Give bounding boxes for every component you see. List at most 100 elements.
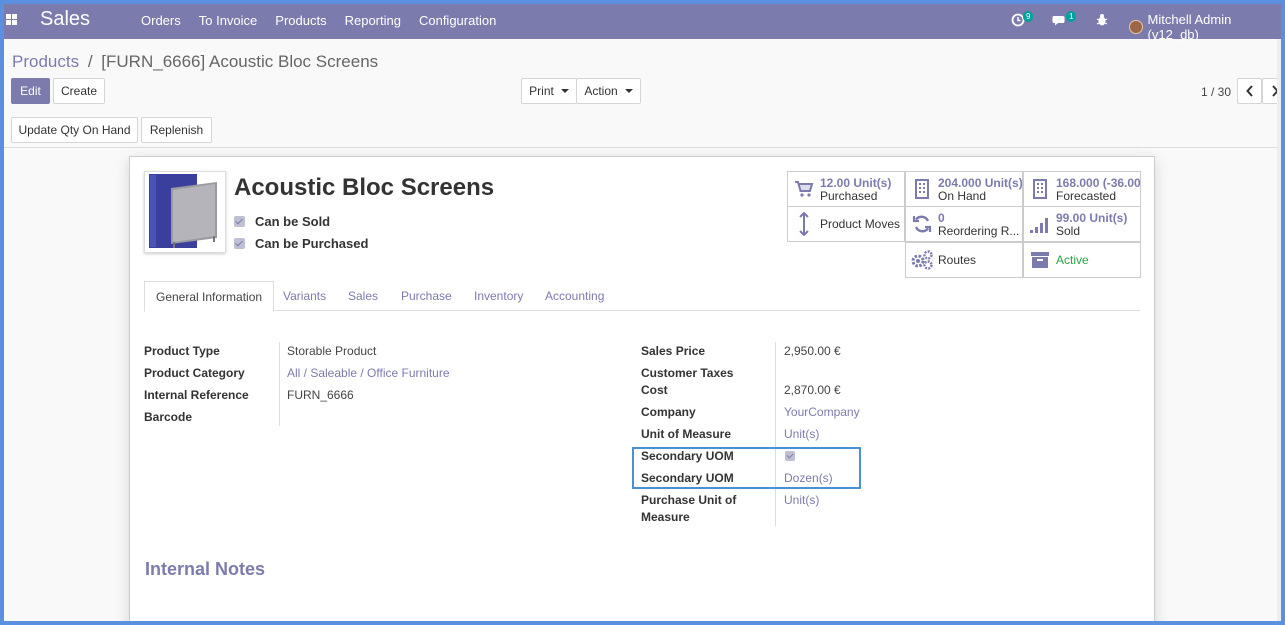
internal-reference-label: Internal Reference: [144, 388, 249, 402]
product-image[interactable]: [144, 171, 226, 253]
purchase-uom-label-line1: Purchase Unit of: [641, 493, 737, 507]
signal-bars-icon: [1024, 214, 1056, 234]
product-moves-smart-button[interactable]: Product Moves: [787, 206, 905, 242]
activity-badge: 9: [1023, 11, 1034, 22]
breadcrumb-separator: /: [87, 52, 93, 71]
building-icon: [1024, 179, 1056, 199]
uom-label: Unit of Measure: [641, 427, 732, 441]
create-button[interactable]: Create: [53, 78, 105, 104]
forecast-value: 168.000 (-36.00: [1056, 176, 1141, 190]
barcode-label: Barcode: [144, 410, 193, 424]
user-menu[interactable]: Mitchell Admin (v12_db): [1129, 12, 1281, 42]
archive-box-icon: [1024, 251, 1056, 269]
debug-bug-icon[interactable]: [1096, 13, 1108, 27]
internal-reference-value[interactable]: FURN_6666: [287, 387, 354, 404]
app-window: Sales Orders To Invoice Products Reporti…: [4, 4, 1281, 621]
form-sheet: Acoustic Bloc Screens Can be Sold Can be…: [129, 156, 1155, 621]
secondary-uom-link[interactable]: Dozen(s): [784, 470, 833, 487]
purchase-uom-label-line2: Measure: [641, 510, 690, 524]
header-divider: [4, 147, 1281, 148]
messages-badge: 1: [1066, 11, 1077, 22]
reordering-smart-button[interactable]: 0 Reordering R...: [905, 206, 1023, 242]
product-type-value[interactable]: Storable Product: [287, 343, 376, 360]
secondary-uom-checkbox[interactable]: [785, 451, 795, 461]
tab-inventory[interactable]: Inventory: [474, 281, 523, 311]
caret-down-icon: [560, 89, 569, 93]
tab-purchase[interactable]: Purchase: [401, 281, 452, 311]
purchased-value: 12.00 Unit(s): [820, 176, 892, 190]
routes-label: Routes: [938, 253, 977, 267]
secondary-uom-label: Secondary UOM: [641, 471, 734, 485]
user-name: Mitchell Admin (v12_db): [1147, 12, 1232, 42]
menu-to-invoice[interactable]: To Invoice: [199, 13, 258, 28]
action-dropdown[interactable]: Action: [576, 78, 641, 104]
sales-price-value[interactable]: 2,950.00 €: [784, 343, 841, 360]
print-label: Print: [529, 84, 554, 98]
forecast-smart-button[interactable]: 168.000 (-36.00 Forecasted: [1023, 171, 1141, 207]
edit-button[interactable]: Edit: [11, 78, 50, 104]
can-be-sold-label: Can be Sold: [255, 214, 331, 229]
secondary-uom-flag-label: Secondary UOM: [641, 449, 734, 463]
scrollbar[interactable]: [1277, 39, 1281, 621]
product-name[interactable]: Acoustic Bloc Screens: [234, 174, 494, 202]
can-be-purchased-checkbox[interactable]: Can be Purchased: [234, 236, 368, 251]
field-separator: [279, 342, 280, 426]
breadcrumb-products[interactable]: Products: [12, 52, 79, 71]
menu-configuration[interactable]: Configuration: [419, 13, 496, 28]
field-separator: [775, 342, 776, 526]
app-brand[interactable]: Sales: [40, 8, 90, 31]
onhand-value: 204.000 Unit(s): [938, 176, 1023, 190]
menu-orders[interactable]: Orders: [141, 13, 181, 28]
vertical-arrows-icon: [788, 212, 820, 236]
can-be-purchased-label: Can be Purchased: [255, 236, 369, 251]
uom-link[interactable]: Unit(s): [784, 426, 819, 443]
tab-general-information[interactable]: General Information: [144, 281, 275, 312]
breadcrumb: Products / [FURN_6666] Acoustic Bloc Scr…: [12, 52, 378, 72]
purchased-smart-button[interactable]: 12.00 Unit(s) Purchased: [787, 171, 905, 207]
product-category-link[interactable]: All / Saleable / Office Furniture: [287, 365, 450, 382]
product-moves-label: Product Moves: [820, 217, 901, 231]
building-icon: [906, 179, 938, 199]
menu-reporting[interactable]: Reporting: [345, 13, 401, 28]
main-menu: Orders To Invoice Products Reporting Con…: [141, 13, 514, 28]
sold-value: 99.00 Unit(s): [1056, 211, 1128, 225]
action-label: Action: [584, 84, 618, 98]
checkbox-checked-icon: [234, 216, 245, 227]
tab-accounting[interactable]: Accounting: [545, 281, 604, 311]
chevron-left-icon: [1245, 85, 1253, 97]
sold-smart-button[interactable]: 99.00 Unit(s) Sold: [1023, 206, 1141, 242]
customer-taxes-label: Customer Taxes: [641, 366, 734, 380]
checkbox-checked-icon: [234, 238, 245, 249]
avatar: [1129, 20, 1143, 34]
active-toggle-button[interactable]: Active: [1023, 242, 1141, 278]
print-dropdown[interactable]: Print: [521, 78, 577, 104]
company-link[interactable]: YourCompany: [784, 404, 860, 421]
caret-down-icon: [624, 89, 633, 93]
product-image-graphic: [149, 174, 217, 248]
update-qty-button[interactable]: Update Qty On Hand: [11, 117, 138, 143]
top-navbar: Sales Orders To Invoice Products Reporti…: [4, 4, 1281, 42]
tab-sales[interactable]: Sales: [348, 281, 378, 311]
cost-value[interactable]: 2,870.00 €: [784, 382, 841, 399]
product-type-label: Product Type: [144, 344, 220, 358]
routes-smart-button[interactable]: Routes: [905, 242, 1023, 278]
internal-notes-title: Internal Notes: [145, 559, 266, 579]
replenish-button[interactable]: Replenish: [141, 117, 212, 143]
can-be-sold-checkbox[interactable]: Can be Sold: [234, 214, 330, 229]
breadcrumb-current: [FURN_6666] Acoustic Bloc Screens: [101, 52, 379, 71]
gears-icon: [906, 250, 938, 270]
company-label: Company: [641, 405, 696, 419]
cost-label: Cost: [641, 383, 668, 397]
pager-previous-button[interactable]: [1237, 78, 1262, 104]
menu-products[interactable]: Products: [275, 13, 326, 28]
pager-value[interactable]: 1 / 30: [1201, 85, 1231, 99]
active-label: Active: [1056, 253, 1089, 267]
tab-variants[interactable]: Variants: [283, 281, 326, 311]
product-category-label: Product Category: [144, 366, 245, 380]
reorder-label: Reordering R...: [938, 224, 1020, 238]
purchase-uom-link[interactable]: Unit(s): [784, 492, 819, 509]
apps-grid-icon[interactable]: [6, 14, 18, 26]
onhand-smart-button[interactable]: 204.000 Unit(s) On Hand: [905, 171, 1023, 207]
shopping-cart-icon: [788, 180, 820, 198]
reorder-value: 0: [938, 211, 945, 225]
